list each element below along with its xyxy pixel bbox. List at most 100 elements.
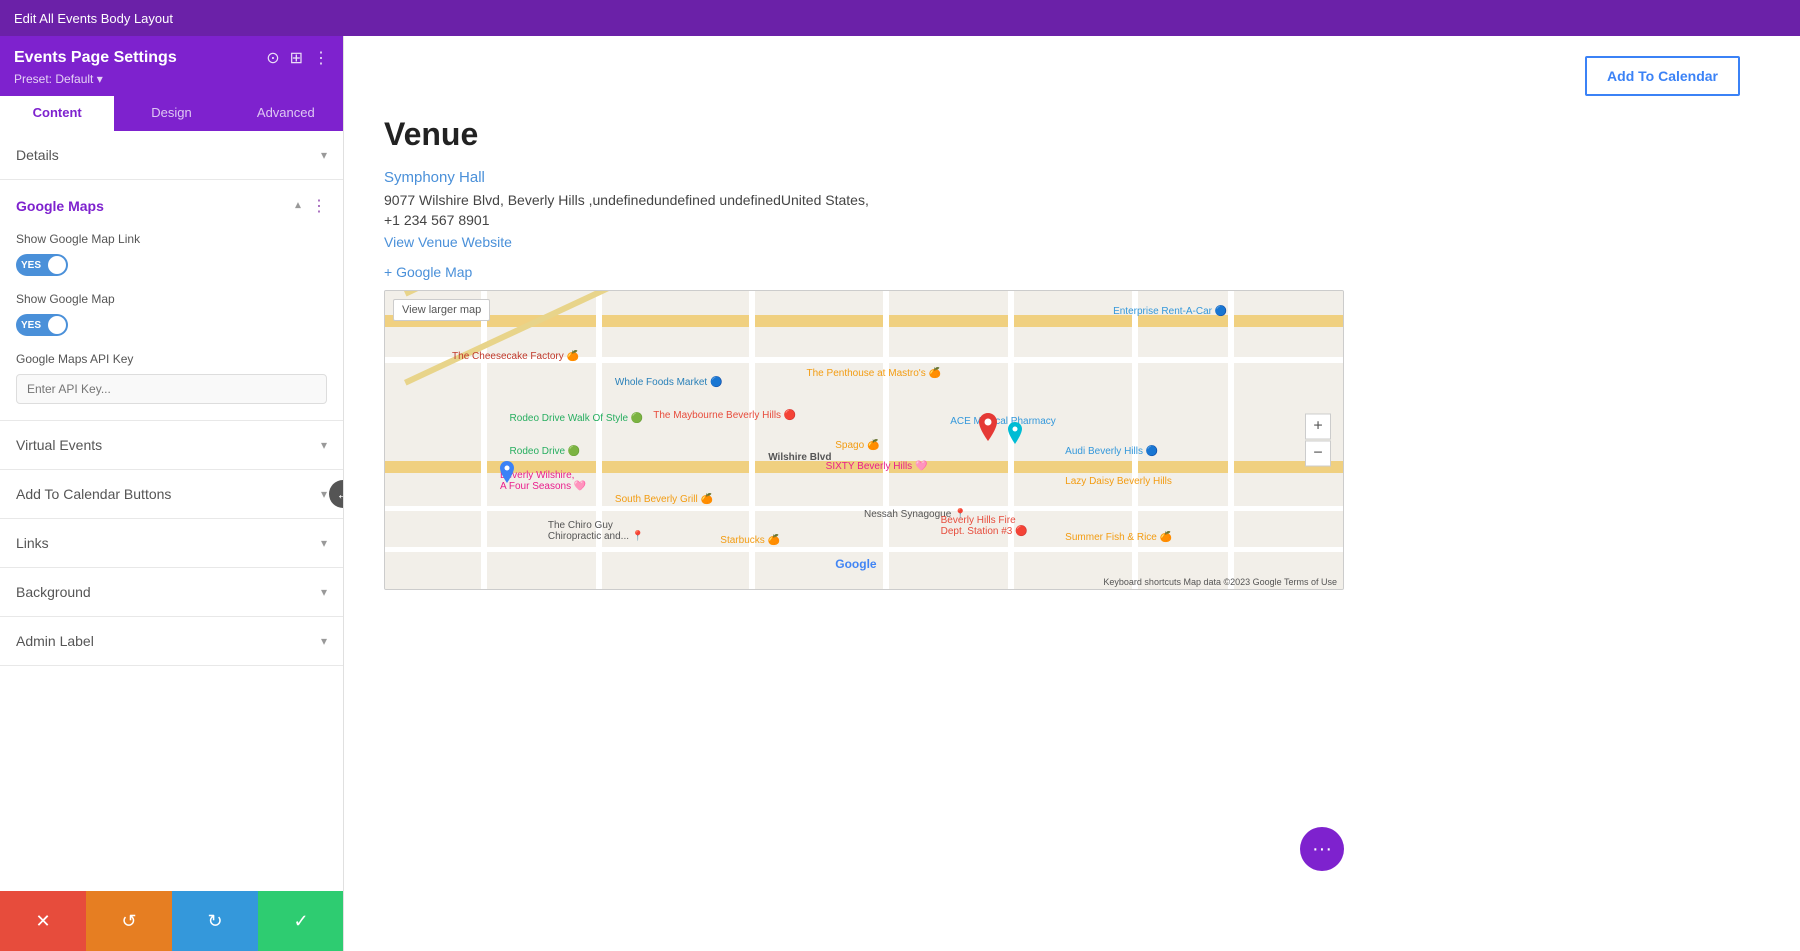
top-bar: Edit All Events Body Layout bbox=[0, 0, 1800, 36]
close-button[interactable]: ✕ bbox=[0, 891, 86, 951]
google-logo: Google bbox=[835, 557, 876, 571]
venue-heading: Venue bbox=[384, 116, 1760, 153]
google-maps-fields: Show Google Map Link YES Show Google Map… bbox=[0, 232, 343, 420]
map-label-penthouse: The Penthouse at Mastro's 🍊 bbox=[807, 368, 941, 379]
show-map-link-toggle-row: YES bbox=[16, 254, 327, 276]
section-virtual-events: Virtual Events ▾ bbox=[0, 421, 343, 470]
map-label-spago: Spago 🍊 bbox=[835, 440, 879, 451]
redo-button[interactable]: ↻ bbox=[172, 891, 258, 951]
map-pin-blue bbox=[500, 461, 514, 488]
section-virtual-events-title: Virtual Events bbox=[16, 437, 102, 453]
columns-icon[interactable]: ⊞ bbox=[290, 48, 303, 68]
tab-content[interactable]: Content bbox=[0, 96, 114, 131]
sidebar-header: Events Page Settings ⊙ ⊞ ⋮ Preset: Defau… bbox=[0, 36, 343, 96]
section-calendar-buttons: Add To Calendar Buttons ▾ bbox=[0, 470, 343, 519]
map-label-fire: Beverly Hills FireDept. Station #3 🔴 bbox=[941, 515, 1028, 537]
tab-advanced[interactable]: Advanced bbox=[229, 96, 343, 131]
map-label-audi: Audi Beverly Hills 🔵 bbox=[1065, 446, 1158, 457]
toggle-knob bbox=[48, 256, 66, 274]
toggle-knob-2 bbox=[48, 316, 66, 334]
main-area: Events Page Settings ⊙ ⊞ ⋮ Preset: Defau… bbox=[0, 36, 1800, 951]
drag-arrows-icon: ↔ bbox=[336, 486, 344, 502]
zoom-in-button[interactable]: + bbox=[1305, 414, 1331, 440]
google-map-link[interactable]: + Google Map bbox=[384, 264, 472, 280]
sidebar-title: Events Page Settings bbox=[14, 49, 177, 67]
sidebar-preset[interactable]: Preset: Default ▾ bbox=[14, 72, 329, 86]
section-background: Background ▾ bbox=[0, 568, 343, 617]
map-container: The Cheesecake Factory 🍊 Whole Foods Mar… bbox=[384, 290, 1344, 590]
section-links-header[interactable]: Links ▾ bbox=[0, 519, 343, 567]
map-label-maybourne: The Maybourne Beverly Hills 🔴 bbox=[653, 410, 796, 421]
top-bar-label: Edit All Events Body Layout bbox=[14, 11, 173, 26]
content-area: Add To Calendar Venue Symphony Hall 9077… bbox=[344, 36, 1800, 951]
more-options-icon[interactable]: ⋮ bbox=[313, 48, 329, 68]
venue-name-link[interactable]: Symphony Hall bbox=[384, 169, 1760, 186]
map-label-summerfish: Summer Fish & Rice 🍊 bbox=[1065, 532, 1172, 543]
save-button[interactable]: ✓ bbox=[258, 891, 344, 951]
section-details: Details ▾ bbox=[0, 131, 343, 180]
undo-button[interactable]: ↺ bbox=[86, 891, 172, 951]
show-map-toggle-row: YES bbox=[16, 314, 327, 336]
view-larger-map-button[interactable]: View larger map bbox=[393, 299, 490, 321]
show-map-toggle[interactable]: YES bbox=[16, 314, 68, 336]
sidebar-content: Details ▾ Google Maps ▾ ⋮ Show bbox=[0, 131, 343, 951]
map-credits: Keyboard shortcuts Map data ©2023 Google… bbox=[1103, 577, 1337, 587]
map-label-cheesecake: The Cheesecake Factory 🍊 bbox=[452, 351, 579, 362]
section-admin-label-title: Admin Label bbox=[16, 633, 94, 649]
map-label-ace: ACE Medical Pharmacy bbox=[950, 416, 1056, 427]
map-label-rodeo1: Rodeo Drive Walk Of Style 🟢 bbox=[510, 413, 644, 424]
venue-phone: +1 234 567 8901 bbox=[384, 212, 1760, 228]
tab-design[interactable]: Design bbox=[114, 96, 228, 131]
show-map-label: Show Google Map bbox=[16, 292, 327, 306]
section-links-title: Links bbox=[16, 535, 49, 551]
bottom-bar: ✕ ↺ ↻ ✓ bbox=[0, 891, 344, 951]
show-map-link-label: Show Google Map Link bbox=[16, 232, 327, 246]
sidebar-tabs: Content Design Advanced bbox=[0, 96, 343, 131]
section-google-maps-header[interactable]: Google Maps ▾ ⋮ bbox=[0, 180, 343, 232]
section-admin-label: Admin Label ▾ bbox=[0, 617, 343, 666]
section-details-chevron: ▾ bbox=[321, 148, 327, 162]
map-label-wholefoods: Whole Foods Market 🔵 bbox=[615, 377, 723, 388]
map-pin bbox=[979, 413, 997, 446]
section-background-title: Background bbox=[16, 584, 91, 600]
map-zoom-controls: + − bbox=[1305, 414, 1331, 467]
section-google-maps: Google Maps ▾ ⋮ Show Google Map Link YES bbox=[0, 180, 343, 421]
section-calendar-buttons-title: Add To Calendar Buttons bbox=[16, 486, 171, 502]
toggle-yes-label-2: YES bbox=[21, 320, 41, 331]
section-background-header[interactable]: Background ▾ bbox=[0, 568, 343, 616]
add-to-calendar-button[interactable]: Add To Calendar bbox=[1585, 56, 1740, 96]
sidebar-icons: ⊙ ⊞ ⋮ bbox=[266, 48, 329, 68]
map-label-starbucks: Starbucks 🍊 bbox=[720, 535, 780, 546]
section-calendar-buttons-chevron: ▾ bbox=[321, 487, 327, 501]
venue-section: Venue Symphony Hall 9077 Wilshire Blvd, … bbox=[384, 116, 1760, 590]
section-google-maps-title: Google Maps bbox=[16, 198, 104, 214]
section-virtual-events-header[interactable]: Virtual Events ▾ bbox=[0, 421, 343, 469]
section-links: Links ▾ bbox=[0, 519, 343, 568]
target-icon[interactable]: ⊙ bbox=[266, 48, 279, 68]
section-virtual-events-chevron: ▾ bbox=[321, 438, 327, 452]
section-calendar-buttons-header[interactable]: Add To Calendar Buttons ▾ bbox=[0, 470, 343, 518]
zoom-out-button[interactable]: − bbox=[1305, 441, 1331, 467]
section-admin-label-header[interactable]: Admin Label ▾ bbox=[0, 617, 343, 665]
section-admin-label-chevron: ▾ bbox=[321, 634, 327, 648]
fab-button[interactable]: ··· bbox=[1300, 827, 1344, 871]
section-links-chevron: ▾ bbox=[321, 536, 327, 550]
map-label-rodeo2: Rodeo Drive 🟢 bbox=[510, 446, 581, 457]
map-label-sixty: SIXTY Beverly Hills 🩷 bbox=[826, 461, 928, 472]
venue-address: 9077 Wilshire Blvd, Beverly Hills ,undef… bbox=[384, 192, 1760, 208]
map-label-enterprise: Enterprise Rent-A-Car 🔵 bbox=[1113, 306, 1227, 317]
map-label-chiro: The Chiro GuyChiropractic and... 📍 bbox=[548, 520, 644, 542]
venue-website-link[interactable]: View Venue Website bbox=[384, 234, 1760, 250]
api-key-label: Google Maps API Key bbox=[16, 352, 327, 366]
api-key-input[interactable] bbox=[16, 374, 327, 404]
section-google-maps-chevron: ▾ bbox=[295, 199, 301, 213]
map-pin-teal bbox=[1008, 422, 1022, 449]
toggle-yes-label: YES bbox=[21, 260, 41, 271]
map-label-southbeverly: South Beverly Grill 🍊 bbox=[615, 494, 713, 505]
show-map-link-toggle[interactable]: YES bbox=[16, 254, 68, 276]
map-label-lazydaisy: Lazy Daisy Beverly Hills bbox=[1065, 476, 1172, 487]
section-background-chevron: ▾ bbox=[321, 585, 327, 599]
section-details-header[interactable]: Details ▾ bbox=[0, 131, 343, 179]
map-label-wilshire: Wilshire Blvd bbox=[768, 452, 831, 463]
section-google-maps-more[interactable]: ⋮ bbox=[311, 196, 327, 216]
